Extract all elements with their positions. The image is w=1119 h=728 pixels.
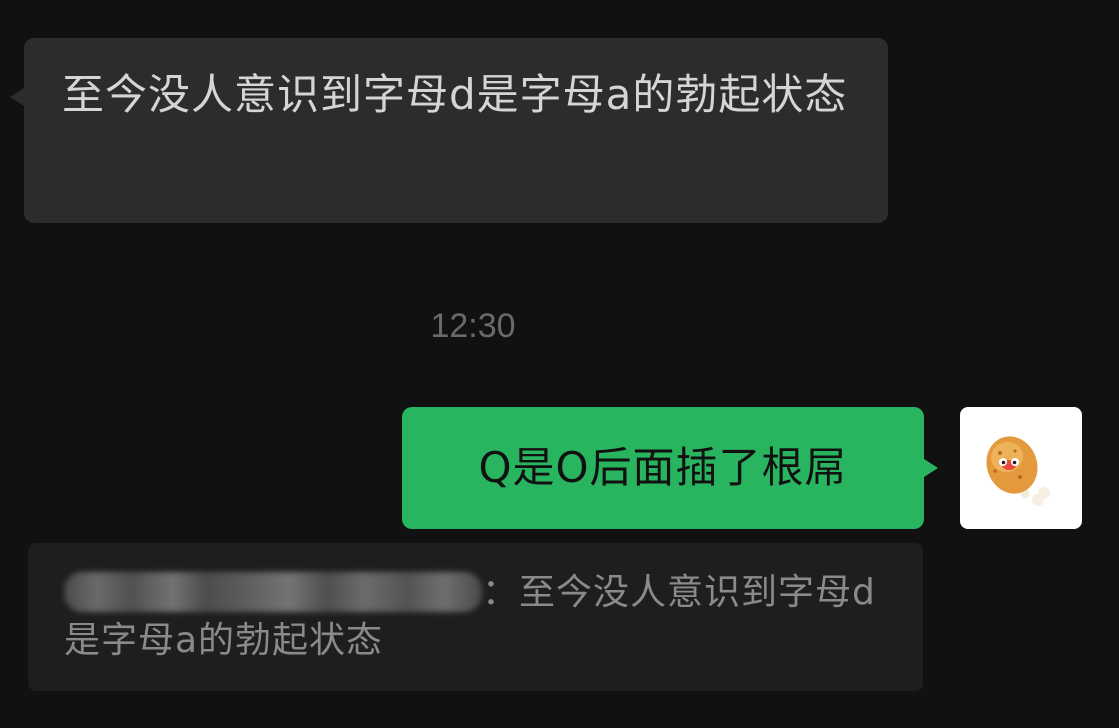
quoted-message-block[interactable]: ：至今没人意识到字母d是字母a的勃起状态 xyxy=(28,543,923,691)
incoming-message-text: 至今没人意识到字母d是字母a的勃起状态 xyxy=(62,70,848,119)
outgoing-message-bubble[interactable]: Q是O后面插了根屌 xyxy=(402,407,938,529)
incoming-bubble-tail xyxy=(10,88,24,106)
quote-separator: ： xyxy=(482,572,520,613)
outgoing-bubble-tail xyxy=(924,459,938,477)
redacted-author-name xyxy=(64,572,482,612)
chicken-drumstick-avatar-icon xyxy=(986,436,1050,506)
quoted-message-content: ：至今没人意识到字母d是字母a的勃起状态 xyxy=(64,569,887,665)
outgoing-message-text: Q是O后面插了根屌 xyxy=(478,443,848,492)
user-avatar[interactable] xyxy=(960,407,1082,529)
incoming-message-bubble[interactable]: 至今没人意识到字母d是字母a的勃起状态 xyxy=(10,38,888,223)
chat-view: 至今没人意识到字母d是字母a的勃起状态 12:30 Q是O后面插了根屌 ：至今没… xyxy=(0,0,1119,728)
message-timestamp: 12:30 xyxy=(430,307,516,345)
